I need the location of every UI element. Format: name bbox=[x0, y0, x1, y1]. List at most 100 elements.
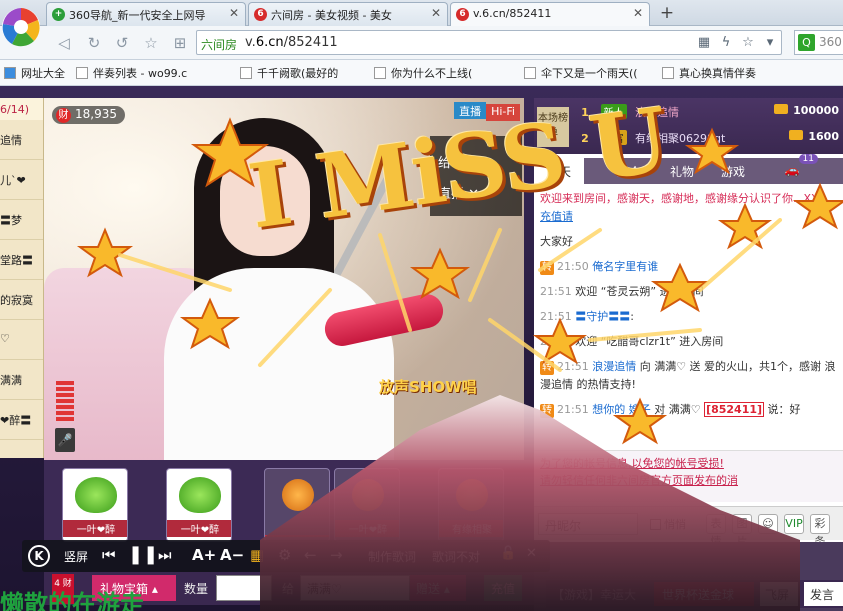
new-tab-button[interactable]: + bbox=[653, 3, 681, 25]
apps-grid-icon[interactable]: ⊞ bbox=[170, 33, 190, 53]
alien-gift-icon bbox=[179, 477, 221, 513]
close-icon[interactable]: ✕ bbox=[526, 546, 537, 561]
back-icon[interactable]: ◁ bbox=[54, 33, 74, 53]
chat-log[interactable]: 欢迎来到房间，感谢天，感谢地，感谢缘分认识了你...XX 充值请 大家好 转 21… bbox=[534, 186, 843, 448]
recharge-button[interactable]: 充值 bbox=[484, 575, 522, 601]
url-domain: 6.cn bbox=[255, 35, 284, 50]
rank-coins: 1600 bbox=[789, 130, 839, 143]
image-icon[interactable]: 图片 bbox=[732, 514, 752, 548]
close-icon[interactable]: ✕ bbox=[431, 6, 441, 20]
vip-icon[interactable]: VIP bbox=[784, 514, 804, 534]
gift-item[interactable] bbox=[264, 468, 330, 542]
lightning-icon[interactable]: ϟ bbox=[717, 35, 735, 51]
font-larger-icon[interactable]: A+ bbox=[192, 546, 216, 564]
make-lyrics-button[interactable]: 制作歌词 bbox=[368, 548, 416, 565]
site-icon bbox=[4, 67, 16, 79]
quantity-input[interactable] bbox=[216, 575, 272, 601]
chat-user[interactable]: 想你的 嫂子 bbox=[592, 403, 651, 416]
audience-item[interactable]: 堂路〓 bbox=[0, 240, 43, 280]
bookmark-item[interactable]: 网址大全 bbox=[4, 65, 65, 81]
lyrics-wrong-button[interactable]: 歌词不对 bbox=[432, 548, 480, 565]
dropdown-icon[interactable]: ▾ bbox=[761, 35, 779, 51]
chat-time: 21:51 bbox=[557, 403, 589, 416]
arrow-left-icon[interactable]: ← bbox=[304, 546, 317, 564]
search-box[interactable]: Q 360 bbox=[794, 30, 843, 55]
chat-message: 21:51 欢迎 “吃醋哥clzr1t” 进入房间 bbox=[540, 333, 837, 351]
settings-gear-icon[interactable]: ⚙ bbox=[278, 546, 291, 564]
tab-games[interactable]: 游戏 bbox=[710, 158, 756, 184]
qr-code-icon[interactable]: ▦ bbox=[695, 35, 713, 51]
audience-item[interactable]: ❤醉〓 bbox=[0, 400, 43, 440]
notice-line[interactable]: 为了您的帐号信息,以免您的帐号受损! bbox=[540, 455, 837, 472]
audience-item[interactable]: 〓梦 bbox=[0, 200, 43, 240]
font-smaller-icon[interactable]: A− bbox=[220, 546, 244, 564]
smiley-icon[interactable]: ☺ bbox=[758, 514, 778, 534]
gift-item[interactable]: 一叶❤醉 bbox=[166, 468, 232, 542]
previous-track-icon[interactable]: ⏮ bbox=[102, 546, 116, 564]
gift-item[interactable]: 一叶❤醉 bbox=[334, 468, 400, 542]
room-number[interactable]: [852411] bbox=[704, 402, 765, 417]
notice-line[interactable]: 请勿轻信任何非六间房官方页面发布的消 bbox=[540, 472, 837, 489]
whisper-checkbox[interactable]: 悄悄 bbox=[650, 516, 686, 532]
favorite-star-icon[interactable]: ☆ bbox=[141, 33, 161, 53]
bookmark-item[interactable]: 千千阙歌(最好的 bbox=[240, 65, 338, 81]
speak-button[interactable]: 发言 bbox=[804, 582, 843, 606]
chat-user[interactable]: 俺名字里有谁 bbox=[592, 260, 658, 273]
bookmark-item[interactable]: 伴奏列表 - wo99.c bbox=[76, 65, 187, 81]
close-icon[interactable]: ✕ bbox=[633, 6, 643, 20]
bookmark-item[interactable]: 伞下又是一个雨天(( bbox=[524, 65, 638, 81]
tab-6cn-room[interactable]: 6 v.6.cn/852411 ✕ bbox=[450, 2, 650, 27]
page-icon bbox=[374, 67, 386, 79]
color-grid-icon[interactable]: ▦ bbox=[250, 546, 264, 564]
gift-sender bbox=[265, 535, 329, 537]
gift-item[interactable]: 一叶❤醉 bbox=[62, 468, 128, 542]
wealth-badge: 财 18,935 bbox=[52, 106, 125, 124]
fly-screen-button[interactable]: 飞屏 bbox=[760, 582, 798, 606]
gift-sender: 一叶❤醉 bbox=[167, 520, 231, 537]
recipient-select[interactable]: 丹昵尔 bbox=[538, 513, 638, 535]
chat-user[interactable]: 〓守护〓〓 bbox=[575, 310, 630, 323]
audience-item[interactable]: 满满 bbox=[0, 360, 43, 400]
game-notice[interactable]: 【游戏】幸运大 bbox=[552, 586, 636, 603]
audience-item[interactable]: ♡ bbox=[0, 320, 43, 360]
pause-icon[interactable]: ❚❚ bbox=[128, 544, 158, 565]
audience-item[interactable]: 的寂寞 bbox=[0, 280, 43, 320]
microphone-icon[interactable]: 🎤 bbox=[55, 428, 75, 452]
undo-icon[interactable]: ↺ bbox=[112, 33, 132, 53]
tab-6cn-home[interactable]: 6 六间房 - 美女视频 - 美女 ✕ bbox=[248, 2, 448, 26]
chat-text: 大家好 bbox=[540, 235, 573, 248]
video-performer-shirt bbox=[164, 268, 394, 460]
tab-bar: + 360导航_新一代安全上网导 ✕ 6 六间房 - 美女视频 - 美女 ✕ 6… bbox=[0, 0, 843, 27]
recipient-input[interactable]: 满满♡ bbox=[300, 575, 410, 601]
address-bar[interactable]: 六间房 v.6.cn/852411 ▦ ϟ ☆ ▾ bbox=[196, 30, 782, 55]
emoticon-icon[interactable]: 表情 bbox=[706, 514, 726, 548]
checkbox-icon[interactable] bbox=[650, 519, 661, 530]
star-icon[interactable]: ☆ bbox=[739, 35, 757, 51]
recharge-link[interactable]: 充值请 bbox=[540, 210, 573, 223]
search-engine-icon[interactable]: Q bbox=[798, 34, 815, 51]
close-icon[interactable]: ✕ bbox=[229, 6, 239, 20]
send-gift-button[interactable]: 赠送 ▴ bbox=[410, 575, 466, 601]
bookmark-item[interactable]: 你为什么不上线( bbox=[374, 65, 472, 81]
bookmark-item[interactable]: 真心换真情伴奏 bbox=[662, 65, 756, 81]
vertical-mode-button[interactable]: 竖屏 bbox=[64, 548, 88, 565]
tab-360-nav[interactable]: + 360导航_新一代安全上网导 ✕ bbox=[46, 2, 246, 26]
browser-logo-icon[interactable] bbox=[0, 0, 46, 62]
color-bar-icon[interactable]: 彩条 bbox=[810, 514, 830, 548]
worldcup-gift-button[interactable]: 世界杯送金球 bbox=[654, 582, 754, 606]
tab-cars[interactable]: 🚗 11 bbox=[762, 154, 822, 184]
audience-item[interactable]: 儿`❤ bbox=[0, 160, 43, 200]
gift-item[interactable]: 有缘相聚 bbox=[438, 468, 504, 542]
chat-time: 21:51 bbox=[540, 335, 572, 348]
reload-icon[interactable]: ↻ bbox=[84, 33, 104, 53]
lock-icon[interactable]: 🔓 bbox=[500, 546, 516, 561]
karaoke-toolbar: K 竖屏 ⏮ ❚❚ ⏭ A+ A− ▦ ⚙ ← → 制作歌词 歌词不对 🔓 ✕ bbox=[22, 540, 550, 572]
next-track-icon[interactable]: ⏭ bbox=[158, 546, 172, 564]
arrow-right-icon[interactable]: → bbox=[330, 546, 343, 564]
gift-sender: 一叶❤醉 bbox=[63, 520, 127, 537]
chat-user[interactable]: 浪漫追情 bbox=[592, 360, 636, 373]
karaoke-logo-icon[interactable]: K bbox=[28, 545, 50, 567]
audience-item[interactable]: 追情 bbox=[0, 120, 43, 160]
volume-meter[interactable] bbox=[56, 381, 74, 423]
bookmark-label: 真心换真情伴奏 bbox=[679, 67, 756, 80]
